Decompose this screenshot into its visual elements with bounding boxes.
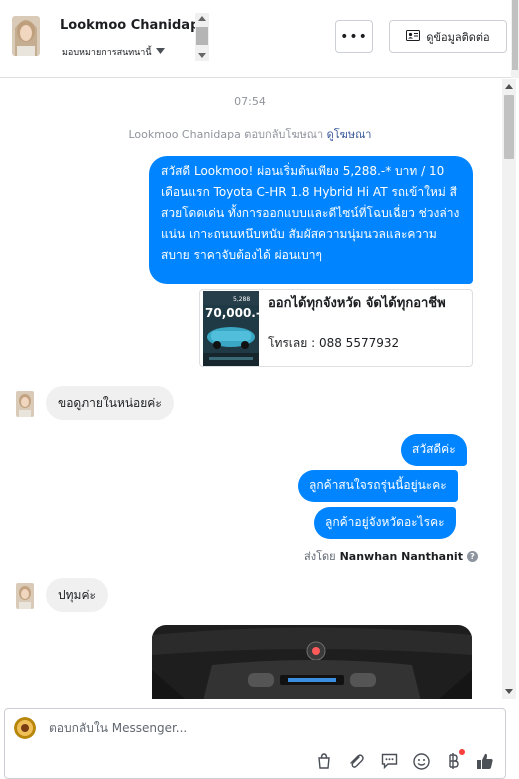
scroll-down-arrow-icon[interactable] xyxy=(198,53,206,58)
agent-message-bubble: สวัสดีค่ะ xyxy=(401,434,467,466)
page-scrollbar[interactable] xyxy=(511,0,519,78)
thumbs-up-icon[interactable] xyxy=(475,751,495,771)
ad-thumb-small-text: 5,288 xyxy=(233,296,250,303)
customer-message-bubble: ขอดูภายในหน่อยค่ะ xyxy=(46,386,174,420)
ad-title[interactable]: ออกได้ทุกจังหวัด จัดได้ทุกอาชีพ xyxy=(268,295,468,312)
customer-avatar xyxy=(16,391,34,417)
ad-message-bubble: สวัสดี Lookmoo! ผ่อนเริ่มต้นเพียง 5,288.… xyxy=(149,156,473,284)
scroll-up-arrow-icon[interactable] xyxy=(505,84,513,89)
ad-reply-note: Lookmoo Chanidapa ตอบกลับโฆษณา ดูโฆษณา xyxy=(0,125,500,143)
baht-icon[interactable] xyxy=(443,749,465,771)
saved-reply-icon[interactable] xyxy=(379,751,399,771)
sent-by-label: ส่งโดย xyxy=(304,550,336,563)
customer-avatar xyxy=(16,583,34,609)
ad-thumbnail[interactable]: 5,288 70,000.- xyxy=(203,291,261,366)
contact-card-icon xyxy=(406,29,421,44)
view-ad-link[interactable]: ดูโฆษณา xyxy=(327,128,372,141)
paperclip-icon[interactable] xyxy=(346,751,366,771)
scroll-up-arrow-icon[interactable] xyxy=(198,16,206,21)
assign-conversation-dropdown[interactable]: มอบหมายการสนทนานี้ xyxy=(62,45,165,59)
help-icon[interactable]: ? xyxy=(466,550,478,562)
ad-card[interactable]: 5,288 70,000.- ออกได้ทุกจังหวัด จัดได้ทุ… xyxy=(199,289,473,367)
agent-message-bubble: ลูกค้าสนใจรถรุ่นนี้อยู่นะคะ xyxy=(298,470,458,502)
assign-label: มอบหมายการสนทนานี้ xyxy=(62,48,152,58)
ad-reply-text: Lookmoo Chanidapa ตอบกลับโฆษณา xyxy=(128,128,324,141)
page-avatar xyxy=(14,717,36,739)
more-options-button[interactable]: ••• xyxy=(335,20,373,53)
agent-message-bubble: ลูกค้าอยู่จังหวัดอะไรคะ xyxy=(314,507,456,539)
ad-thumb-price-text: 70,000.- xyxy=(205,306,259,320)
reply-composer xyxy=(4,708,506,779)
caret-down-icon xyxy=(155,47,165,57)
car-interior-photo[interactable] xyxy=(152,625,472,699)
scroll-down-arrow-icon[interactable] xyxy=(505,689,513,694)
more-icon: ••• xyxy=(340,28,368,45)
view-contact-info-button[interactable]: ดูข้อมูลติดต่อ xyxy=(389,20,507,53)
header-scrollbar[interactable] xyxy=(195,13,209,61)
contact-name[interactable]: Lookmoo Chanidapa xyxy=(60,18,208,33)
ad-phone[interactable]: โทรเลย : 088 5577932 xyxy=(268,334,399,353)
message-timestamp: 07:54 xyxy=(234,95,266,108)
reply-input[interactable] xyxy=(49,721,469,735)
chat-scroll-thumb[interactable] xyxy=(504,95,514,159)
chat-scrollbar[interactable] xyxy=(502,79,516,699)
contact-info-label: ดูข้อมูลติดต่อ xyxy=(426,30,490,44)
scroll-thumb[interactable] xyxy=(196,27,208,45)
conversation-header: Lookmoo Chanidapa มอบหมายการสนทนานี้ •••… xyxy=(0,0,519,78)
notification-dot xyxy=(459,749,465,755)
sent-by-note: ส่งโดย Nanwhan Nanthanit ? xyxy=(304,547,478,565)
emoji-icon[interactable] xyxy=(411,751,431,771)
page-scroll-thumb[interactable] xyxy=(512,0,518,70)
bag-icon[interactable] xyxy=(314,751,334,771)
sent-by-name: Nanwhan Nanthanit xyxy=(339,549,463,563)
customer-message-bubble: ปทุมค่ะ xyxy=(46,578,108,612)
message-thread: 07:54 Lookmoo Chanidapa ตอบกลับโฆษณา ดูโ… xyxy=(0,79,519,699)
contact-avatar[interactable] xyxy=(12,16,40,56)
